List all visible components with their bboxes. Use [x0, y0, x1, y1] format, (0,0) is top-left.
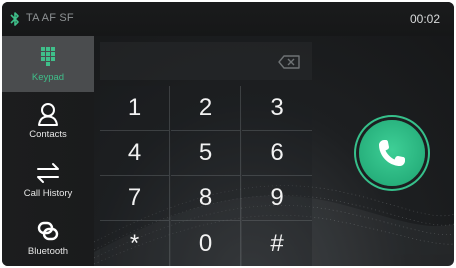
sidebar-item-keypad[interactable]: Keypad: [2, 36, 94, 92]
sidebar-item-bluetooth[interactable]: Bluetooth: [2, 210, 94, 266]
key-6[interactable]: 6: [242, 131, 312, 176]
key-0[interactable]: 0: [171, 221, 241, 266]
link-icon: [37, 221, 59, 241]
sidebar-item-label: Contacts: [29, 129, 67, 140]
status-bar: TA AF SF 00:02: [2, 2, 454, 36]
number-display: [100, 42, 312, 80]
key-8[interactable]: 8: [171, 176, 241, 221]
dial-keypad: 1 2 3 4 5 6 7 8 9 * 0 #: [100, 42, 312, 266]
sidebar-item-contacts[interactable]: Contacts: [2, 93, 94, 149]
backspace-icon[interactable]: [278, 55, 300, 69]
sidebar-item-label: Bluetooth: [27, 246, 69, 257]
swap-arrows-icon: [37, 163, 59, 183]
sidebar: Keypad Contacts Call History Bluetooth: [2, 36, 94, 266]
status-indicators: TA AF SF: [26, 12, 74, 24]
keypad-icon: [41, 47, 55, 66]
phone-screen: TA AF SF 00:02 Keypad Contacts Call Hist…: [2, 2, 454, 266]
clock: 00:02: [409, 12, 440, 26]
contact-icon: [38, 103, 58, 126]
call-button[interactable]: [359, 120, 425, 186]
key-4[interactable]: 4: [100, 131, 170, 176]
key-star[interactable]: *: [100, 221, 170, 266]
sidebar-item-label: Keypad: [31, 72, 65, 83]
sidebar-item-label: Call History: [23, 188, 73, 199]
sidebar-item-call-history[interactable]: Call History: [2, 152, 94, 208]
key-3[interactable]: 3: [242, 86, 312, 131]
phone-icon: [379, 140, 405, 166]
bluetooth-icon: [10, 12, 19, 26]
key-7[interactable]: 7: [100, 176, 170, 221]
key-9[interactable]: 9: [242, 176, 312, 221]
key-5[interactable]: 5: [171, 131, 241, 176]
key-1[interactable]: 1: [100, 86, 170, 131]
key-2[interactable]: 2: [171, 86, 241, 131]
key-hash[interactable]: #: [242, 221, 312, 266]
